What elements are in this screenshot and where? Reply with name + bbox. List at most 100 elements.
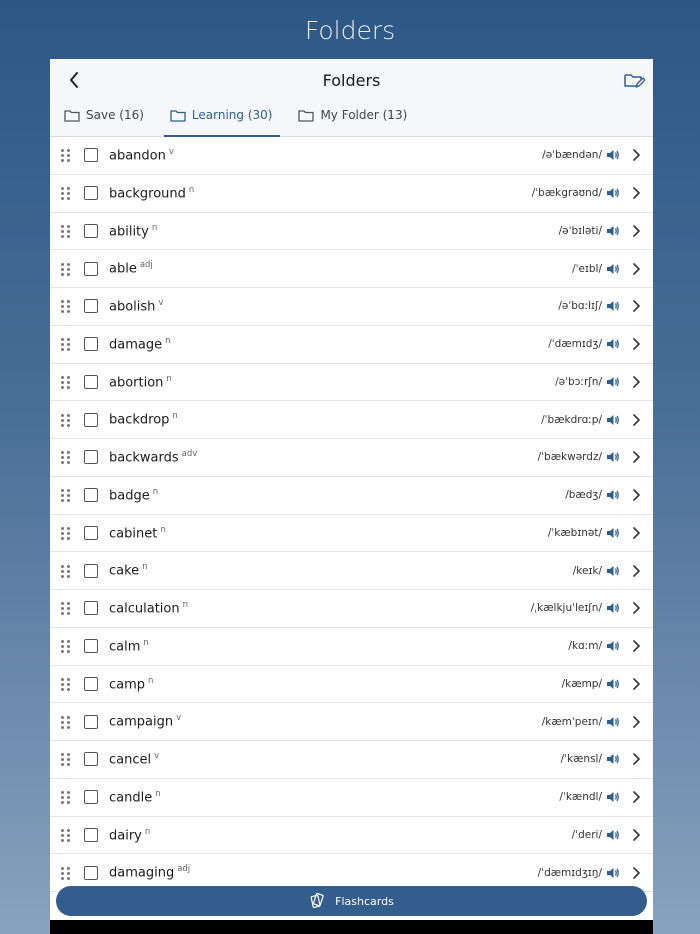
speaker-icon[interactable] [606, 677, 620, 691]
chevron-right-icon[interactable] [631, 752, 641, 766]
select-checkbox[interactable] [84, 563, 98, 578]
speaker-icon[interactable] [606, 413, 620, 427]
chevron-right-icon[interactable] [631, 299, 641, 313]
tab-learning[interactable]: Learning (30) [163, 100, 281, 137]
speaker-icon[interactable] [606, 299, 620, 313]
select-checkbox[interactable] [84, 450, 98, 465]
list-item[interactable]: abortion n/əˈbɔːrʃn/ [50, 363, 653, 402]
select-checkbox[interactable] [84, 714, 98, 729]
speaker-icon[interactable] [606, 715, 620, 729]
chevron-right-icon[interactable] [631, 601, 641, 615]
drag-handle-icon[interactable] [61, 187, 71, 201]
list-item[interactable]: abandon v/əˈbændən/ [50, 137, 653, 175]
select-checkbox[interactable] [84, 299, 98, 314]
select-checkbox[interactable] [84, 865, 98, 880]
list-item[interactable]: backdrop n/ˈbækdrɑːp/ [50, 401, 653, 439]
speaker-icon[interactable] [606, 375, 620, 389]
select-checkbox[interactable] [84, 186, 98, 201]
chevron-right-icon[interactable] [631, 337, 641, 351]
select-checkbox[interactable] [84, 261, 98, 276]
drag-handle-icon[interactable] [61, 640, 71, 654]
drag-handle-icon[interactable] [61, 451, 71, 465]
chevron-right-icon[interactable] [631, 224, 641, 238]
speaker-icon[interactable] [606, 224, 620, 238]
drag-handle-icon[interactable] [61, 262, 71, 276]
select-checkbox[interactable] [84, 488, 98, 503]
list-item[interactable]: dairy n/ˈderi/ [50, 816, 653, 855]
flashcards-button[interactable]: Flashcards [56, 886, 647, 916]
speaker-icon[interactable] [606, 790, 620, 804]
select-checkbox[interactable] [84, 601, 98, 616]
drag-handle-icon[interactable] [61, 224, 71, 238]
speaker-icon[interactable] [606, 148, 620, 162]
folder-edit-icon[interactable] [623, 70, 645, 90]
list-item[interactable]: campaign v/kæmˈpeɪn/ [50, 703, 653, 741]
list-item[interactable]: ability n/əˈbɪləti/ [50, 212, 653, 251]
select-checkbox[interactable] [84, 374, 98, 389]
list-item[interactable]: camp n/kæmp/ [50, 665, 653, 704]
drag-handle-icon[interactable] [61, 300, 71, 314]
speaker-icon[interactable] [606, 564, 620, 578]
list-item[interactable]: background n/ˈbækgraʊnd/ [50, 174, 653, 213]
drag-handle-icon[interactable] [61, 828, 71, 842]
speaker-icon[interactable] [606, 639, 620, 653]
drag-handle-icon[interactable] [61, 489, 71, 503]
speaker-icon[interactable] [606, 186, 620, 200]
drag-handle-icon[interactable] [61, 753, 71, 767]
select-checkbox[interactable] [84, 827, 98, 842]
tab-save[interactable]: Save (16) [58, 100, 152, 136]
drag-handle-icon[interactable] [61, 715, 71, 729]
speaker-icon[interactable] [606, 601, 620, 615]
list-item[interactable]: abolish v/əˈbɑːlɪʃ/ [50, 288, 653, 326]
chevron-right-icon[interactable] [631, 715, 641, 729]
speaker-icon[interactable] [606, 262, 620, 276]
drag-handle-icon[interactable] [61, 149, 71, 163]
select-checkbox[interactable] [84, 676, 98, 691]
drag-handle-icon[interactable] [61, 413, 71, 427]
chevron-right-icon[interactable] [631, 186, 641, 200]
tab-my-folder[interactable]: My Folder (13) [292, 100, 415, 136]
drag-handle-icon[interactable] [61, 375, 71, 389]
list-item[interactable]: damage n/ˈdæmɪdʒ/ [50, 325, 653, 364]
drag-handle-icon[interactable] [61, 677, 71, 691]
list-item[interactable]: calculation n/ˌkælkjuˈleɪʃn/ [50, 590, 653, 628]
list-item[interactable]: badge n/bædʒ/ [50, 476, 653, 515]
speaker-icon[interactable] [606, 488, 620, 502]
chevron-right-icon[interactable] [631, 488, 641, 502]
chevron-right-icon[interactable] [631, 564, 641, 578]
chevron-right-icon[interactable] [631, 413, 641, 427]
speaker-icon[interactable] [606, 866, 620, 880]
list-item[interactable]: cancel v/ˈkænsl/ [50, 741, 653, 779]
list-item[interactable]: candle n/ˈkændl/ [50, 778, 653, 817]
chevron-right-icon[interactable] [631, 790, 641, 804]
chevron-right-icon[interactable] [631, 677, 641, 691]
select-checkbox[interactable] [84, 223, 98, 238]
chevron-right-icon[interactable] [631, 262, 641, 276]
chevron-right-icon[interactable] [631, 866, 641, 880]
drag-handle-icon[interactable] [61, 526, 71, 540]
select-checkbox[interactable] [84, 148, 98, 163]
chevron-right-icon[interactable] [631, 639, 641, 653]
chevron-right-icon[interactable] [631, 828, 641, 842]
list-item[interactable]: able adj/ˈeɪbl/ [50, 250, 653, 288]
list-item[interactable]: cake n/keɪk/ [50, 552, 653, 590]
list-item[interactable]: backwards adv/ˈbækwərdz/ [50, 439, 653, 477]
chevron-right-icon[interactable] [631, 148, 641, 162]
list-item[interactable]: cabinet n/ˈkæbɪnət/ [50, 514, 653, 553]
drag-handle-icon[interactable] [61, 866, 71, 880]
drag-handle-icon[interactable] [61, 791, 71, 805]
select-checkbox[interactable] [84, 525, 98, 540]
speaker-icon[interactable] [606, 450, 620, 464]
speaker-icon[interactable] [606, 337, 620, 351]
select-checkbox[interactable] [84, 639, 98, 654]
list-item[interactable]: calm n/kɑːm/ [50, 627, 653, 666]
back-button[interactable] [64, 70, 84, 90]
drag-handle-icon[interactable] [61, 338, 71, 352]
speaker-icon[interactable] [606, 526, 620, 540]
speaker-icon[interactable] [606, 828, 620, 842]
select-checkbox[interactable] [84, 790, 98, 805]
select-checkbox[interactable] [84, 412, 98, 427]
chevron-right-icon[interactable] [631, 526, 641, 540]
chevron-right-icon[interactable] [631, 450, 641, 464]
drag-handle-icon[interactable] [61, 602, 71, 616]
